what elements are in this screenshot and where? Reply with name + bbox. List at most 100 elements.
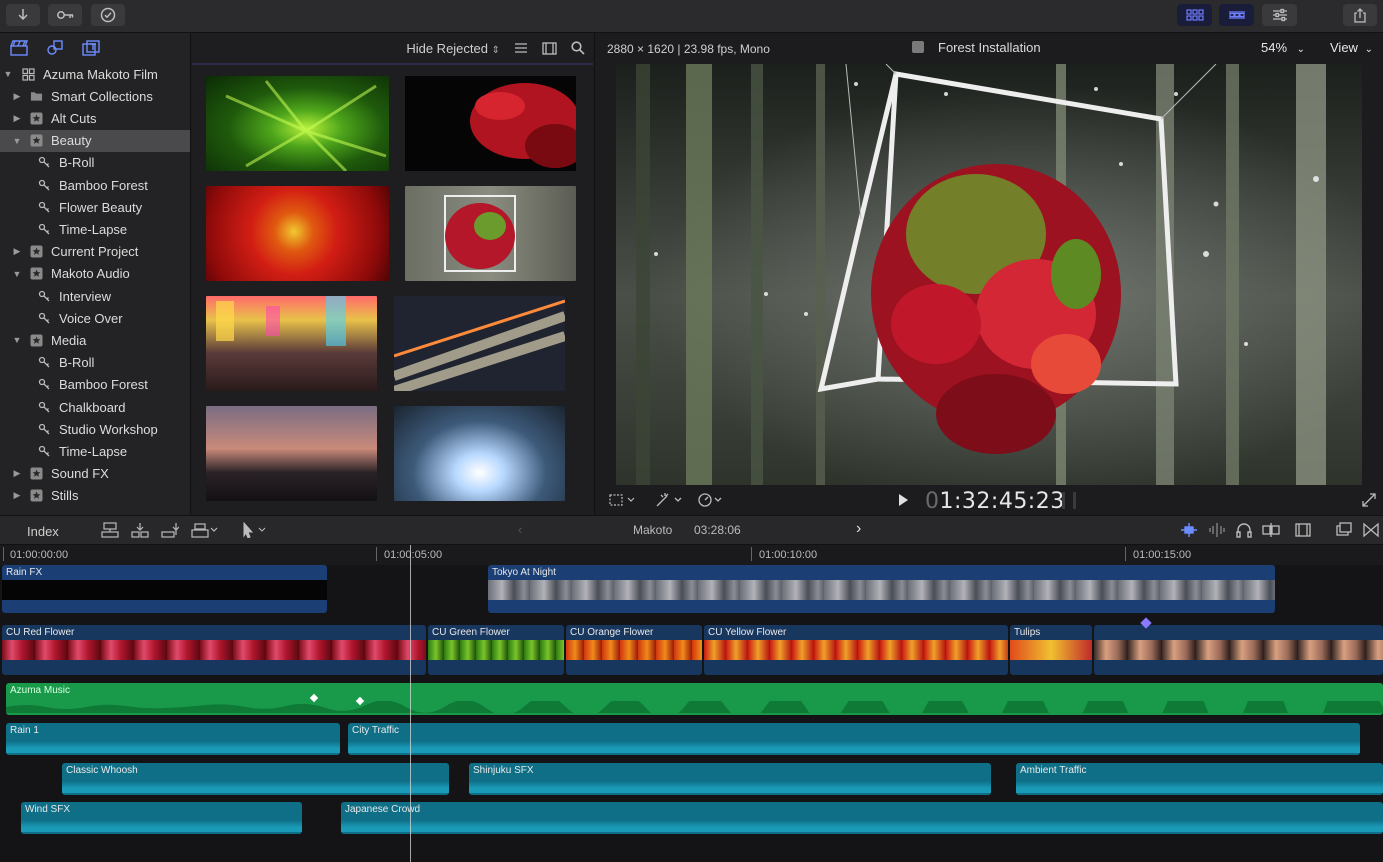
green-chrysanthemum-thumbnail[interactable]	[206, 76, 389, 171]
sidebar-item-azuma-makoto-film[interactable]: ▼ Azuma Makoto Film	[0, 63, 190, 85]
clip-cu-green-flower[interactable]: CU Green Flower	[428, 625, 564, 675]
effects-browser-button[interactable]	[1336, 522, 1352, 541]
clip-japanese-crowd[interactable]: Japanese Crowd	[341, 802, 1383, 834]
clip-rain-1[interactable]: Rain 1	[6, 723, 340, 755]
sidebar-item-b-roll[interactable]: B-Roll	[0, 352, 190, 374]
clip-tokyo-at-night[interactable]: Tokyo At Night	[488, 565, 1275, 613]
highway-timelapse-thumbnail[interactable]	[394, 296, 565, 391]
play-button[interactable]	[897, 493, 909, 510]
sidebar-item-time-lapse[interactable]: Time-Lapse	[0, 218, 190, 240]
sidebar-item-media[interactable]: ▼ Media	[0, 329, 190, 351]
clip-tulips[interactable]: Tulips	[1010, 625, 1092, 675]
sidebar-item-bamboo-forest[interactable]: Bamboo Forest	[0, 374, 190, 396]
headphones-solo-icon[interactable]	[1236, 522, 1252, 538]
clip-ambient-traffic[interactable]: Ambient Traffic	[1016, 763, 1383, 795]
sidebar-item-voice-over[interactable]: Voice Over	[0, 307, 190, 329]
disclosure-open-icon[interactable]: ▼	[12, 269, 22, 279]
sidebar-item-label: Media	[51, 332, 87, 348]
viewer-header: 2880 × 1620 | 23.98 fps, Mono Forest Ins…	[595, 33, 1383, 63]
titles-generators-icon[interactable]	[82, 40, 100, 56]
sidebar-header	[0, 33, 190, 63]
transform-dropdown[interactable]	[609, 493, 637, 510]
index-button[interactable]: Index	[27, 524, 59, 539]
edit-buttons-group	[101, 522, 219, 538]
disclosure-closed-icon[interactable]: ▶	[12, 468, 22, 479]
sidebar-item-alt-cuts[interactable]: ▶ Alt Cuts	[0, 107, 190, 129]
filmstrip-view-icon[interactable]	[542, 41, 557, 55]
clip-cu-orange-flower[interactable]: CU Orange Flower	[566, 625, 702, 675]
clip-shinjuku-sfx[interactable]: Shinjuku SFX	[469, 763, 991, 795]
import-button[interactable]	[6, 4, 40, 26]
sidebar-item-chalkboard[interactable]: Chalkboard	[0, 396, 190, 418]
skimming-icon[interactable]	[1180, 522, 1198, 538]
clip-appearance-button[interactable]	[1295, 522, 1311, 541]
sidebar-item-flower-beauty[interactable]: Flower Beauty	[0, 196, 190, 218]
sidebar-item-studio-workshop[interactable]: Studio Workshop	[0, 418, 190, 440]
sidebar-item-sound-fx[interactable]: ▶ Sound FX	[0, 463, 190, 485]
snapping-icon[interactable]	[1262, 522, 1280, 538]
clip-city-timelapse[interactable]	[1094, 625, 1383, 675]
search-icon[interactable]	[571, 41, 585, 55]
red-dahlia-thumbnail[interactable]	[206, 186, 389, 281]
view-menu[interactable]: View ⌄	[1330, 40, 1373, 55]
keyword-editor-button[interactable]	[48, 4, 82, 26]
disclosure-closed-icon[interactable]: ▶	[12, 113, 22, 124]
timeline-toggle-button[interactable]	[1219, 4, 1254, 26]
photos-audio-icon[interactable]	[46, 40, 64, 56]
speedometer-icon	[698, 493, 722, 507]
sidebar-item-label: Beauty	[51, 133, 92, 149]
timeline-ruler[interactable]: 01:00:00:00 01:00:05:00 01:00:10:00 01:0…	[0, 545, 1383, 565]
sidebar-item-beauty[interactable]: ▼ Beauty	[0, 129, 190, 152]
disclosure-closed-icon[interactable]: ▶	[12, 91, 22, 102]
share-button[interactable]	[1343, 4, 1377, 26]
sidebar-item-current-project[interactable]: ▶ Current Project	[0, 241, 190, 263]
playhead[interactable]	[410, 545, 411, 862]
append-clip-icon[interactable]	[161, 522, 179, 538]
red-flower-dark-thumbnail[interactable]	[405, 76, 576, 171]
timeline-forward-button[interactable]: ›	[856, 520, 861, 538]
sidebar-item-makoto-audio[interactable]: ▼ Makoto Audio	[0, 263, 190, 285]
clip-city-traffic[interactable]: City Traffic	[348, 723, 1360, 755]
keyword-icon	[38, 156, 51, 169]
city-dusk-thumbnail[interactable]	[206, 406, 377, 501]
timecode-display[interactable]: 01:32:45:23	[925, 489, 1065, 514]
clip-cu-yellow-flower[interactable]: CU Yellow Flower	[704, 625, 1008, 675]
audio-skimming-icon[interactable]	[1208, 522, 1226, 538]
clip-azuma-music[interactable]: Azuma Music	[6, 683, 1383, 715]
clip-cu-red-flower[interactable]: CU Red Flower	[2, 625, 426, 675]
disclosure-open-icon[interactable]: ▼	[3, 69, 13, 79]
retime-dropdown[interactable]	[697, 492, 725, 511]
transitions-browser-button[interactable]	[1363, 522, 1379, 541]
hide-rejected-dropdown[interactable]: Hide Rejected ⇕	[406, 41, 500, 56]
sidebar-item-b-roll[interactable]: B-Roll	[0, 152, 190, 174]
connect-clip-icon[interactable]	[101, 522, 119, 538]
sidebar-item-interview[interactable]: Interview	[0, 285, 190, 307]
tunnel-motion-thumbnail[interactable]	[394, 406, 565, 501]
overwrite-clip-icon[interactable]	[191, 522, 219, 538]
insert-clip-icon[interactable]	[131, 522, 149, 538]
disclosure-closed-icon[interactable]: ▶	[12, 246, 22, 257]
clip-rain-fx[interactable]: Rain FX	[2, 565, 327, 613]
clip-wind-sfx[interactable]: Wind SFX	[21, 802, 302, 834]
sidebar-item-time-lapse[interactable]: Time-Lapse	[0, 440, 190, 462]
sidebar-item-bamboo-forest[interactable]: Bamboo Forest	[0, 174, 190, 196]
disclosure-open-icon[interactable]: ▼	[12, 335, 22, 345]
tokyo-street-thumbnail[interactable]	[206, 296, 377, 391]
sidebar-item-label: Current Project	[51, 244, 139, 260]
disclosure-closed-icon[interactable]: ▶	[12, 490, 22, 501]
clip-classic-whoosh[interactable]: Classic Whoosh	[62, 763, 449, 795]
sidebar-item-stills[interactable]: ▶ Stills	[0, 485, 190, 507]
forest-installation-thumbnail[interactable]	[405, 186, 576, 281]
sidebar-item-smart-collections[interactable]: ▶ Smart Collections	[0, 85, 190, 107]
inspector-toggle-button[interactable]	[1262, 4, 1297, 26]
browser-toggle-button[interactable]	[1177, 4, 1212, 26]
tool-select-dropdown[interactable]	[240, 521, 270, 541]
zoom-dropdown[interactable]: 54% ⌄	[1261, 40, 1305, 55]
fullscreen-button[interactable]	[1362, 493, 1376, 510]
background-tasks-button[interactable]	[91, 4, 125, 26]
timeline-back-button[interactable]: ‹	[518, 522, 522, 537]
disclosure-open-icon[interactable]: ▼	[12, 136, 22, 146]
enhancements-dropdown[interactable]	[655, 492, 685, 511]
list-view-icon[interactable]	[514, 42, 528, 54]
libraries-clapper-icon[interactable]	[10, 40, 28, 56]
